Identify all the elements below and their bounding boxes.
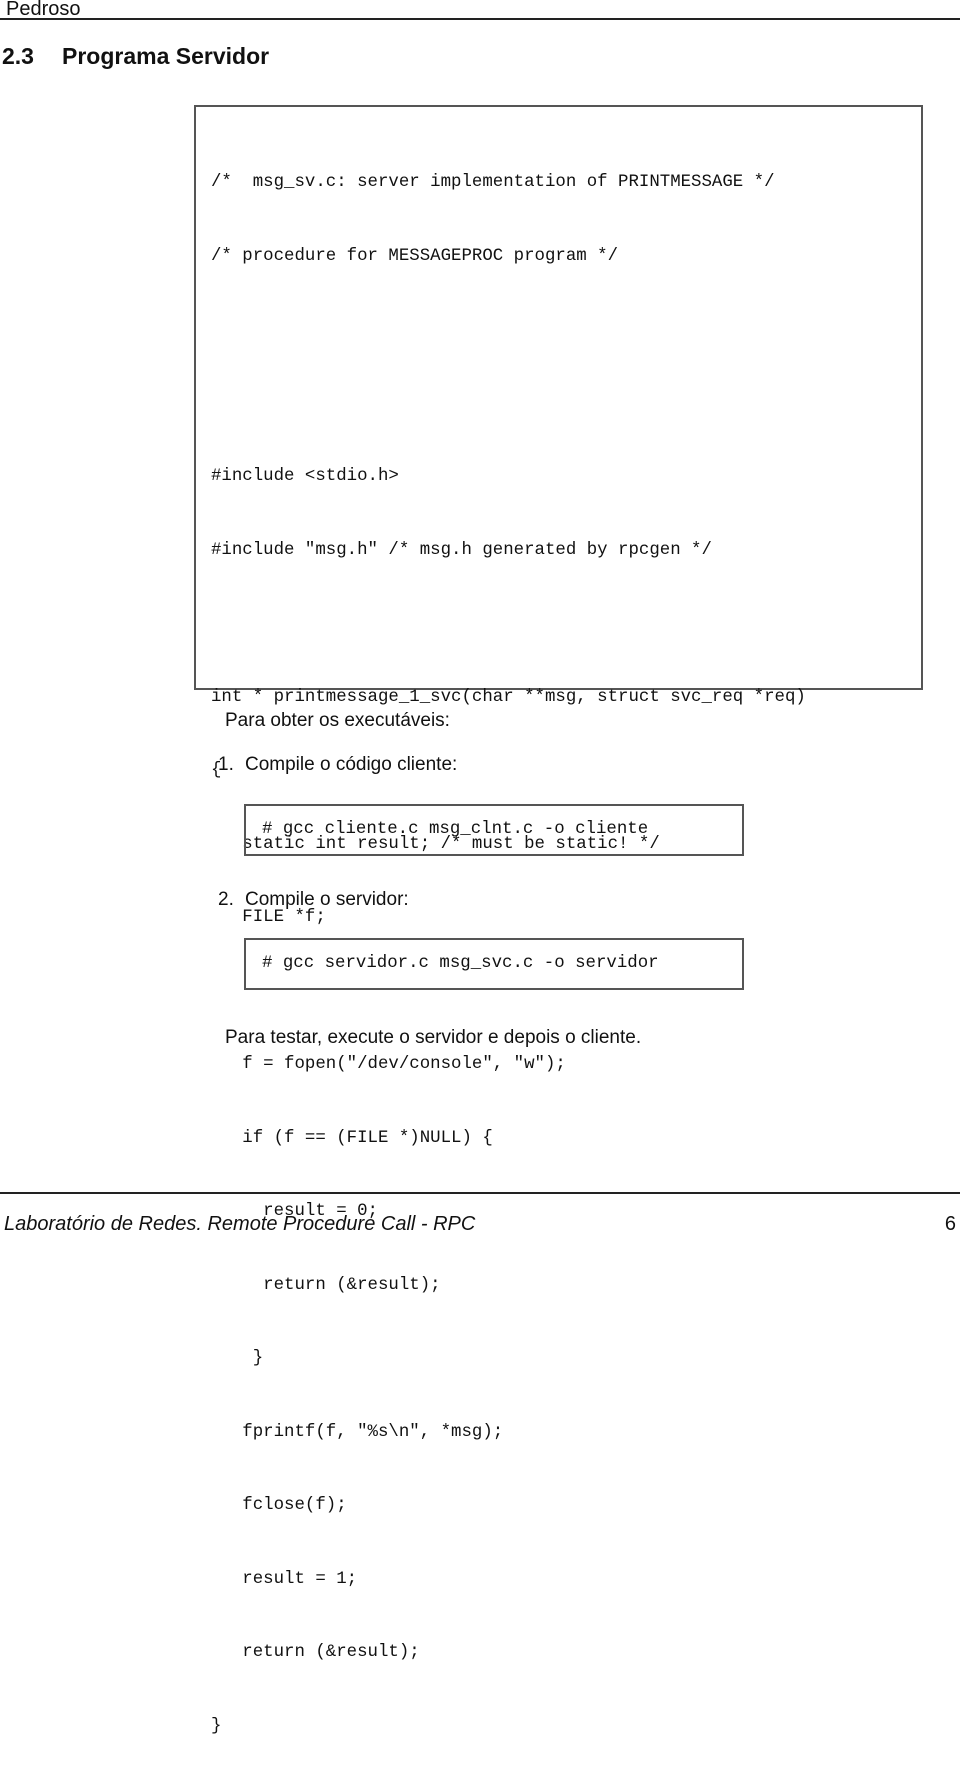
code-line: fprintf(f, "%s\n", *msg); [211,1422,504,1442]
section-number: 2.3 [2,43,34,69]
section-title: Programa Servidor [62,43,270,69]
code-line: #include "msg.h" /* msg.h generated by r… [211,540,712,560]
code-listing-box: /* msg_sv.c: server implementation of PR… [194,105,923,1736]
step-2: 2. Compile o servidor: [218,888,409,912]
page-number: 6 [944,1213,956,1235]
command-box-server: # gcc servidor.c msg_svc.c -o servidor [244,938,744,990]
step-number: 2. [218,889,234,910]
section-heading: 2.3 Programa Servidor [2,41,269,71]
running-footer-title: Laboratório de Redes. Remote Procedure C… [4,1213,476,1235]
code-line: f = fopen("/dev/console", "w"); [211,1055,566,1074]
step-1: 1. Compile o código cliente: [218,753,457,777]
code-line: int * printmessage_1_svc(char **msg, str… [211,687,806,707]
code-line: } [211,1349,264,1368]
step-number: 1. [218,754,234,775]
code-line: return (&result); [211,1275,441,1295]
code-line: /* msg_sv.c: server implementation of PR… [211,173,775,192]
code-line: if (f == (FILE *)NULL) { [211,1128,493,1148]
code-line: } [211,1716,222,1736]
code-line: return (&result); [211,1643,420,1662]
command-client: # gcc cliente.c msg_clnt.c -o cliente [262,820,649,839]
code-line: fclose(f); [211,1496,347,1515]
footer-divider [0,1192,960,1194]
step-text: Compile o código cliente: [245,754,458,775]
closing-paragraph: Para testar, execute o servidor e depois… [225,1027,642,1048]
command-server: # gcc servidor.c msg_svc.c -o servidor [262,954,659,973]
code-line: #include <stdio.h> [211,467,399,486]
command-box-client: # gcc cliente.c msg_clnt.c -o cliente [244,804,744,856]
code-line: result = 1; [211,1569,358,1589]
code-line: /* procedure for MESSAGEPROC program */ [211,246,619,266]
instructions-intro: Para obter os executáveis: [225,710,450,731]
step-text: Compile o servidor: [245,889,409,910]
header-divider [0,18,960,20]
